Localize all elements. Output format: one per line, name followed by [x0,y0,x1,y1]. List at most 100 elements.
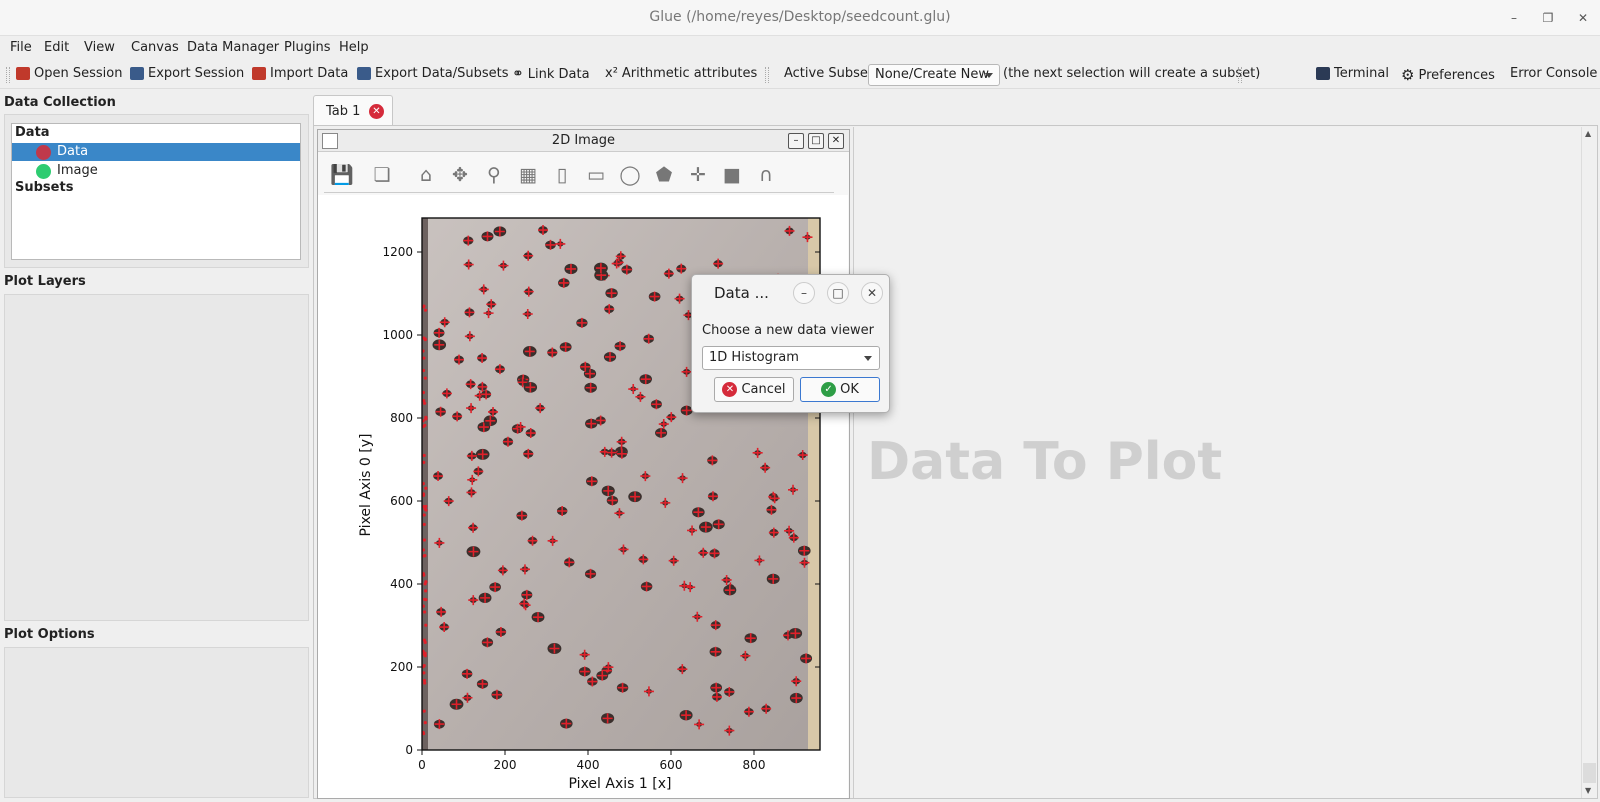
close-icon[interactable]: ✕ [861,282,883,304]
crosshair-icon[interactable]: ✛ [686,163,710,187]
scrollbar-thumb[interactable] [1583,763,1596,783]
export-session-button[interactable]: Export Session [130,66,244,81]
edge-marker [422,554,426,558]
maximize-icon[interactable]: □ [808,133,824,149]
close-tab-icon[interactable]: ✕ [369,104,384,119]
x-tick-label: 800 [743,758,766,772]
preferences-label: Preferences [1418,67,1495,83]
gear-icon: ⚙ [1401,66,1415,84]
rectangle-select-icon[interactable]: ▦ [516,163,540,187]
cancel-button[interactable]: ✕ Cancel [714,377,794,402]
edge-marker [423,401,427,405]
folder-icon [16,67,30,80]
x-tick-label: 0 [418,758,426,772]
ok-label: OK [840,382,859,397]
dialog-prompt: Choose a new data viewer [702,323,874,338]
tree-item-image[interactable]: Image [12,162,300,180]
color-swatch-icon [36,164,51,179]
edge-marker [422,453,426,458]
terminal-icon [1316,67,1330,80]
horizontal-select-icon[interactable]: ▭ [584,163,608,187]
minimize-icon[interactable]: – [793,282,815,304]
data-collection-tree: Data Data Image Subsets [11,123,301,260]
zoom-icon[interactable]: ⚲ [482,163,506,187]
ok-button[interactable]: ✓ OK [800,377,880,402]
export-data-button[interactable]: Export Data/Subsets [357,66,509,81]
terminal-button[interactable]: Terminal [1316,66,1389,81]
open-session-button[interactable]: Open Session [16,66,122,81]
edge-marker [422,671,426,675]
tree-subsets-header: Subsets [15,180,74,195]
vertical-scrollbar[interactable]: ▲ ▼ [1581,127,1597,798]
tree-data-header: Data [15,125,50,140]
tab-1[interactable]: Tab 1 ✕ [313,95,393,125]
edge-marker [423,582,427,586]
edge-marker [422,336,426,340]
menu-help[interactable]: Help [339,40,369,55]
toolbar-grip[interactable] [1238,67,1242,83]
main-toolbar: Open Session Export Session Import Data … [0,61,1600,89]
preferences-button[interactable]: ⚙ Preferences [1401,66,1495,84]
histogram-icon[interactable]: ∩ [754,163,778,187]
close-icon[interactable]: ✕ [828,133,844,149]
pan-icon[interactable]: ✥ [448,163,472,187]
edge-marker [424,623,428,627]
arithmetic-attributes-button[interactable]: x² Arithmetic attributes [605,66,757,81]
plot-options-panel [4,647,309,798]
link-icon: ⚭ [512,66,524,82]
scroll-down-icon[interactable]: ▼ [1585,786,1591,795]
viewer-type-select[interactable]: 1D Histogram [702,346,880,370]
window-title: Glue (/home/reyes/Desktop/seedcount.glu) [649,9,951,25]
scroll-up-icon[interactable]: ▲ [1585,129,1591,138]
contrast-icon[interactable]: ■ [720,163,744,187]
import-data-button[interactable]: Import Data [252,66,348,81]
menu-file[interactable]: File [10,40,32,55]
polygon-select-icon[interactable]: ⬟ [652,163,676,187]
toolbar-grip[interactable] [765,67,769,83]
error-console-button[interactable]: Error Console [1510,66,1597,81]
edge-marker [423,376,427,380]
menu-bar: File Edit View Canvas Data Manager Plugi… [0,37,1600,60]
restore-icon[interactable]: ❐ [1537,8,1559,28]
edge-marker [422,638,427,642]
chevron-down-icon [864,356,872,361]
menu-edit[interactable]: Edit [44,40,69,55]
subset-hint: (the next selection will create a subset… [1003,66,1261,81]
link-data-button[interactable]: ⚭ Link Data [512,66,590,82]
menu-canvas[interactable]: Canvas [131,40,179,55]
link-data-label: Link Data [527,66,590,82]
empty-canvas-hint: Data To Plot [867,432,1223,492]
active-subset-combo[interactable]: None/Create New [868,64,1000,86]
data-collection-title: Data Collection [4,95,116,110]
edge-marker [422,709,426,713]
toolbar-grip[interactable] [6,67,10,83]
menu-view[interactable]: View [84,40,115,55]
open-session-label: Open Session [34,66,123,81]
edge-marker [424,486,428,490]
y-tick-label: 1000 [382,328,413,342]
plot-layers-panel [4,294,309,621]
copy-icon[interactable]: ❏ [370,163,394,187]
x-axis-label: Pixel Axis 1 [x] [569,776,672,792]
circle-select-icon[interactable]: ◯ [618,163,642,187]
edge-marker [422,652,426,656]
import-data-label: Import Data [270,66,349,81]
minimize-icon[interactable]: – [1503,8,1525,28]
minimize-icon[interactable]: – [788,133,804,149]
dialog-title: Data ... [714,284,769,302]
y-tick-label: 800 [390,411,413,425]
edge-marker [422,538,427,542]
home-icon[interactable]: ⌂ [414,163,438,187]
plot-layers-title: Plot Layers [4,274,86,289]
menu-data-manager[interactable]: Data Manager [187,40,279,55]
plot-options-title: Plot Options [4,627,95,642]
tree-item-data[interactable]: Data [12,143,300,161]
vertical-select-icon[interactable]: ▯ [550,163,574,187]
save-icon[interactable]: 💾 [330,163,354,187]
maximize-icon[interactable]: □ [827,282,849,304]
viewer-titlebar[interactable]: 2D Image – □ ✕ [318,130,849,152]
edge-marker [424,589,428,593]
close-icon[interactable]: ✕ [1572,8,1594,28]
color-swatch-icon [36,145,51,160]
menu-plugins[interactable]: Plugins [284,40,331,55]
